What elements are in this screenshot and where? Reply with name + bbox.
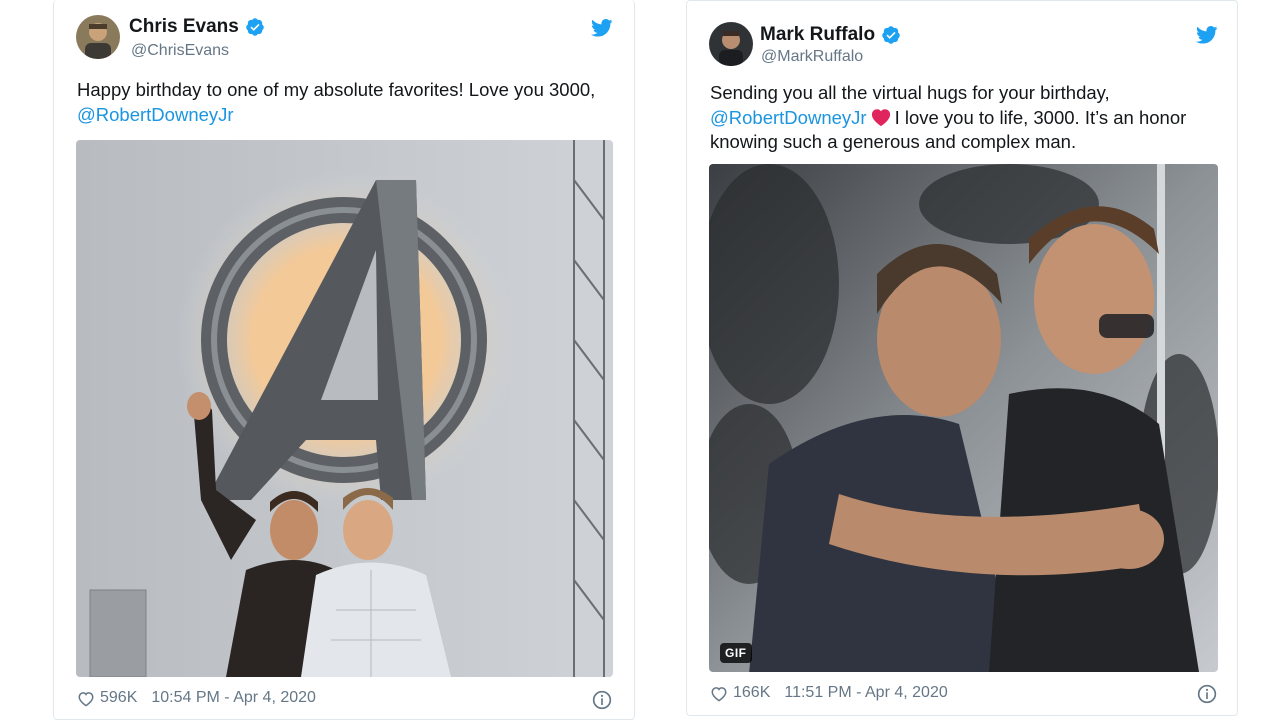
twitter-bird-icon[interactable] [591,19,613,37]
tweet-card-chris-evans[interactable]: Chris Evans @ChrisEvans Happy birthday t… [53,0,635,720]
avatar[interactable] [76,15,120,59]
timestamp[interactable]: 10:54 PM - Apr 4, 2020 [151,689,316,707]
red-heart-emoji [871,108,890,126]
tweet-text-line: Happy birthday to one of my absolute fav… [77,79,596,100]
tweet-footer: 166K 11:51 PM - Apr 4, 2020 [710,684,948,702]
tweet-text: Happy birthday to one of my absolute fav… [77,78,622,127]
like-heart-icon[interactable] [77,690,95,707]
handle[interactable]: @MarkRuffalo [761,48,863,66]
tweet-gif[interactable]: GIF [709,164,1218,672]
display-name[interactable]: Mark Ruffalo [760,24,901,46]
info-icon[interactable] [592,690,612,710]
verified-badge-icon [882,26,900,44]
display-name-text[interactable]: Chris Evans [129,16,239,38]
info-icon[interactable] [1197,684,1217,704]
display-name[interactable]: Chris Evans [129,16,265,38]
display-name-text[interactable]: Mark Ruffalo [760,24,875,46]
verified-badge-icon [246,18,264,36]
handle[interactable]: @ChrisEvans [131,42,229,60]
mention-link[interactable]: @RobertDowneyJr [710,107,867,128]
tweet-text-line: I love you to life, 3000. It’s an honor [894,106,1187,128]
tweet-text: Sending you all the virtual hugs for you… [710,81,1225,155]
mention-link[interactable]: @RobertDowneyJr [77,104,234,125]
tweet-footer: 596K 10:54 PM - Apr 4, 2020 [77,689,316,707]
tweet-text-line: knowing such a generous and complex man. [710,131,1077,152]
like-count[interactable]: 596K [100,689,137,707]
like-heart-icon[interactable] [710,685,728,702]
timestamp[interactable]: 11:51 PM - Apr 4, 2020 [784,684,947,702]
twitter-bird-icon[interactable] [1196,26,1218,44]
like-count[interactable]: 166K [733,684,770,702]
gif-badge: GIF [720,643,752,663]
avatar[interactable] [709,22,753,66]
tweet-card-mark-ruffalo[interactable]: Mark Ruffalo @MarkRuffalo Sending you al… [686,0,1238,716]
tweet-text-line: Sending you all the virtual hugs for you… [710,82,1110,103]
tweet-photo[interactable] [76,140,613,677]
